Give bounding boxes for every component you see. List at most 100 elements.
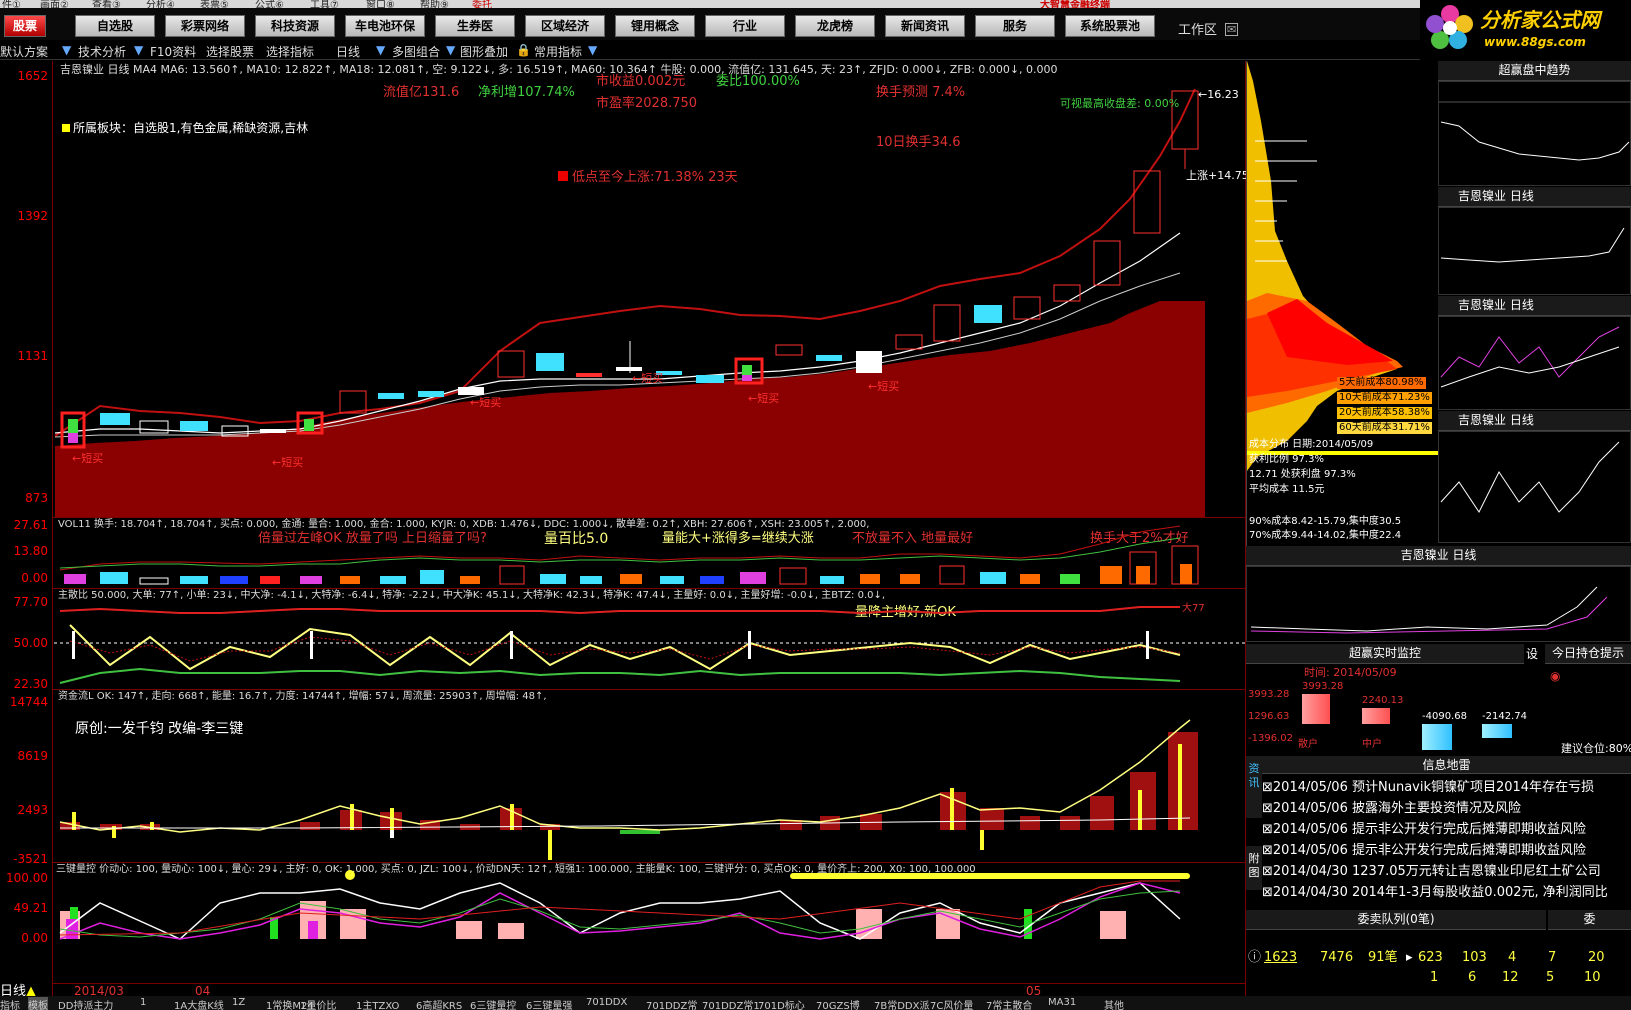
select-stock-button[interactable]: 选择股票: [206, 43, 254, 60]
indicator-tab[interactable]: 701DDZ常1: [702, 997, 760, 1010]
mini-chart-title[interactable]: 吉恩镍业 日线: [1438, 411, 1631, 431]
indicator-tab[interactable]: 1主TZXO: [356, 997, 399, 1010]
volume-panel[interactable]: VOL11 换手: 18.704↑, 18.704↑, 买点: 0.000, 金…: [0, 518, 1246, 588]
tab-region[interactable]: 区域经济: [525, 15, 605, 37]
menu-screen[interactable]: 画面②: [40, 0, 69, 8]
indicator-tab[interactable]: 70GZS博: [816, 997, 860, 1010]
multi-chart-button[interactable]: 多图组合: [392, 43, 440, 60]
daily-mini-chart[interactable]: [1246, 566, 1631, 642]
common-indicators-button[interactable]: 常用指标: [534, 43, 582, 60]
indicator-tab[interactable]: 6三键量强: [526, 997, 572, 1010]
daily-panel-title[interactable]: 吉恩镍业 日线: [1246, 546, 1631, 566]
indicator-tab[interactable]: 指标: [0, 997, 20, 1010]
workspace-label[interactable]: 工作区: [1178, 24, 1217, 37]
tech-analysis-button[interactable]: 技术分析: [78, 43, 126, 60]
indicator-tab[interactable]: 7C风价量: [930, 997, 973, 1010]
indicator-tab[interactable]: 其他: [1104, 997, 1124, 1010]
dropdown-arrow-icon[interactable]: ▼: [134, 43, 143, 57]
tab-stocks[interactable]: 股票: [4, 15, 46, 37]
menu-file[interactable]: 件①: [2, 0, 21, 8]
order-value: 4: [1508, 950, 1517, 965]
mail-icon[interactable]: ✉: [1225, 23, 1239, 36]
tab-lithium[interactable]: 锂用概念: [615, 15, 695, 37]
tab-industry[interactable]: 行业: [705, 15, 785, 37]
tab-dragon[interactable]: 龙虎榜: [795, 15, 875, 37]
indicator-tab[interactable]: 1: [140, 997, 146, 1008]
price-panel[interactable]: 吉恩镍业 日线 MA4 MA6: 13.560↑, MA10: 12.822↑,…: [0, 61, 1249, 517]
indicator-tab[interactable]: 1Z: [232, 997, 245, 1008]
indicator-tab[interactable]: 模板: [28, 997, 48, 1010]
tab-news[interactable]: 新闻资讯: [885, 15, 965, 37]
menu-formula[interactable]: 公式⑥: [255, 0, 284, 8]
indicator-tab[interactable]: 1量价比: [300, 997, 336, 1010]
sell-queue-title-2[interactable]: 委: [1548, 910, 1631, 930]
ann-sector: 所属板块：自选股1,有色金属,稀缺资源,吉林: [62, 122, 308, 134]
dropdown-arrow-icon[interactable]: ▼: [588, 43, 597, 57]
tab-tech[interactable]: 科技资源: [255, 15, 335, 37]
scheme-select[interactable]: 默认方案: [0, 43, 48, 60]
select-indicator-button[interactable]: 选择指标: [266, 43, 314, 60]
menu-analysis[interactable]: 分析④: [146, 0, 175, 8]
side-tab-news[interactable]: 资讯: [1246, 756, 1262, 818]
lock-icon[interactable]: 🔒: [516, 43, 531, 57]
menu-tools[interactable]: 工具⑦: [310, 0, 339, 8]
cost-label: 60天前成本31.71%: [1337, 422, 1432, 434]
news-item[interactable]: ⊠2014/04/30 1237.05万元转让吉恩镍业印尼红土矿公司: [1262, 860, 1601, 879]
mini-chart-title[interactable]: 吉恩镍业 日线: [1438, 296, 1631, 316]
chip-profile-panel[interactable]: 5天前成本80.98% 10天前成本71.23% 20天前成本58.38% 60…: [1246, 61, 1439, 546]
menu-quotes[interactable]: 表票⑤: [200, 0, 229, 8]
order-value: 623: [1418, 950, 1443, 965]
fundflow-panel[interactable]: 资金流L OK: 147↑, 走向: 668↑, 能量: 16.7↑, 力度: …: [0, 690, 1246, 866]
menu-trade[interactable]: 委托: [472, 0, 492, 8]
ann-float-value: 流值亿131.6: [383, 85, 460, 100]
position-tip-title[interactable]: 今日持仓提示: [1545, 644, 1631, 664]
dropdown-arrow-icon[interactable]: ▼: [376, 43, 385, 57]
monitor-settings-button[interactable]: 设: [1526, 648, 1538, 660]
mini-chart-title[interactable]: 吉恩镍业 日线: [1438, 187, 1631, 207]
indicator-tab[interactable]: 6高超KRS: [416, 997, 462, 1010]
monitor-title[interactable]: 超赢实时监控: [1246, 644, 1524, 664]
news-item[interactable]: ⊠2014/05/06 提示非公开发行完成后摊薄即期收益风险: [1262, 839, 1586, 858]
news-title[interactable]: 信息地雷: [1262, 756, 1631, 774]
overlay-button[interactable]: 图形叠加: [460, 43, 508, 60]
indicator-tab[interactable]: 701DDZ常: [646, 997, 697, 1010]
news-item[interactable]: ⊠2014/04/30 2014年1-3月每股收益0.002元, 净利润同比: [1262, 881, 1608, 900]
indicator-tab[interactable]: 7B常DDX派: [874, 997, 929, 1010]
mini-chart-3[interactable]: [1438, 431, 1631, 543]
menu-window[interactable]: 窗口⑧: [366, 0, 395, 8]
tab-bio[interactable]: 生券医: [435, 15, 515, 37]
indicator-tab[interactable]: 7常主散合: [986, 997, 1032, 1010]
scatter-panel[interactable]: 主散比 50.000, 大单: 77↑, 小单: 23↓, 中大净: -4.1↓…: [0, 589, 1246, 691]
news-item[interactable]: ⊠2014/05/06 预计Nunavik铜镍矿项目2014年存在亏损: [1262, 776, 1594, 795]
tab-battery[interactable]: 车电池环保: [345, 15, 425, 37]
mini-chart-2[interactable]: [1438, 316, 1631, 410]
dropdown-arrow-icon[interactable]: ▼: [62, 43, 71, 57]
news-item[interactable]: ⊠2014/05/06 披露海外主要投资情况及风险: [1262, 797, 1521, 816]
indicator-tab[interactable]: 701D标心: [758, 997, 805, 1010]
indicator-tab[interactable]: DD持派主力: [58, 997, 113, 1010]
side-tab-subchart[interactable]: 附图: [1246, 846, 1262, 890]
order-value: 5: [1546, 970, 1555, 985]
keyvolume-panel[interactable]: 三键量控 价动心: 100, 量动心: 100↓, 量心: 29↓, 主好: 0…: [0, 863, 1246, 983]
f10-button[interactable]: F10资料: [150, 43, 196, 60]
indicator-tab[interactable]: MA31: [1048, 997, 1076, 1008]
tab-lottery[interactable]: 彩票网络: [165, 15, 245, 37]
tab-pool[interactable]: 系统股票池: [1065, 15, 1155, 37]
info-icon: ⓘ: [1248, 950, 1262, 965]
indicator-tab[interactable]: 6三键量控: [470, 997, 516, 1010]
period-select[interactable]: 日线: [336, 43, 360, 60]
monitor-y: 1296.63: [1248, 711, 1290, 722]
tab-watchlist[interactable]: 自选股: [75, 15, 155, 37]
menu-view[interactable]: 查看③: [92, 0, 121, 8]
dropdown-arrow-icon[interactable]: ▼: [446, 43, 455, 57]
mini-chart-1[interactable]: [1438, 207, 1631, 295]
ann-low-rise: 低点至今上涨:71.38% 23天: [558, 171, 738, 184]
tab-service[interactable]: 服务: [975, 15, 1055, 37]
sell-queue-title[interactable]: 委卖队列(0笔): [1246, 910, 1546, 930]
mini-chart-trend[interactable]: [1438, 81, 1631, 186]
news-item[interactable]: ⊠2014/05/06 提示非公开发行完成后摊薄即期收益风险: [1262, 818, 1586, 837]
indicator-tab[interactable]: 701DDX: [586, 997, 627, 1008]
menu-help[interactable]: 帮助⑨: [420, 0, 449, 8]
indicator-tab[interactable]: 1A大盘K线: [174, 997, 224, 1010]
trend-panel-title[interactable]: 超赢盘中趋势: [1438, 61, 1631, 81]
